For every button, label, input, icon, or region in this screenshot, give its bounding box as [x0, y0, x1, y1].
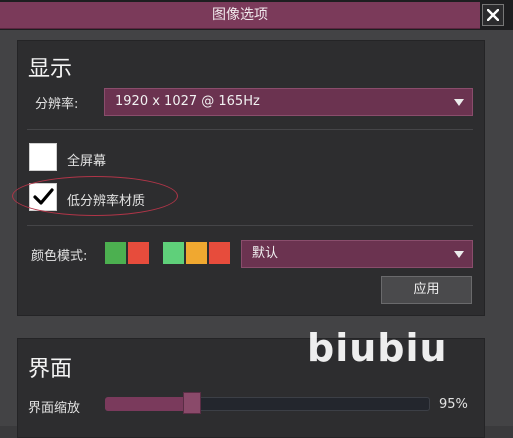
- ui-scale-slider-handle[interactable]: [183, 392, 201, 414]
- fullscreen-checkbox[interactable]: [29, 143, 57, 171]
- chevron-down-icon: [454, 99, 464, 106]
- close-button[interactable]: [482, 4, 504, 26]
- watermark: biubiu: [307, 326, 448, 370]
- resolution-label: 分辨率:: [35, 97, 79, 112]
- ui-scale-label: 界面缩放: [28, 401, 81, 416]
- title-bar: 图像选项: [0, 0, 513, 30]
- fullscreen-label: 全屏幕: [67, 154, 107, 169]
- ui-scale-slider-fill: [105, 397, 192, 411]
- window-title: 图像选项: [212, 7, 268, 23]
- divider: [27, 225, 473, 226]
- color-mode-label: 颜色模式:: [31, 249, 88, 264]
- section-title-display: 显示: [28, 57, 73, 82]
- title-strip: 图像选项: [0, 2, 480, 29]
- resolution-dropdown[interactable]: 1920 x 1027 @ 165Hz: [104, 88, 473, 116]
- color-swatch-orange: [186, 242, 207, 264]
- divider: [27, 129, 473, 130]
- highlight-annotation: [12, 176, 178, 216]
- ui-scale-value: 95%: [439, 397, 468, 412]
- section-title-interface: 界面: [28, 357, 73, 382]
- chevron-down-icon: [454, 251, 464, 258]
- color-mode-dropdown[interactable]: 默认: [241, 240, 473, 268]
- apply-button[interactable]: 应用: [381, 276, 472, 304]
- color-swatch-green: [105, 242, 126, 264]
- color-swatch-light-green: [163, 242, 184, 264]
- close-icon: [487, 9, 499, 21]
- resolution-value: 1920 x 1027 @ 165Hz: [115, 94, 260, 109]
- color-swatch-red: [209, 242, 230, 264]
- color-swatch-red: [128, 242, 149, 264]
- color-mode-value: 默认: [252, 246, 279, 261]
